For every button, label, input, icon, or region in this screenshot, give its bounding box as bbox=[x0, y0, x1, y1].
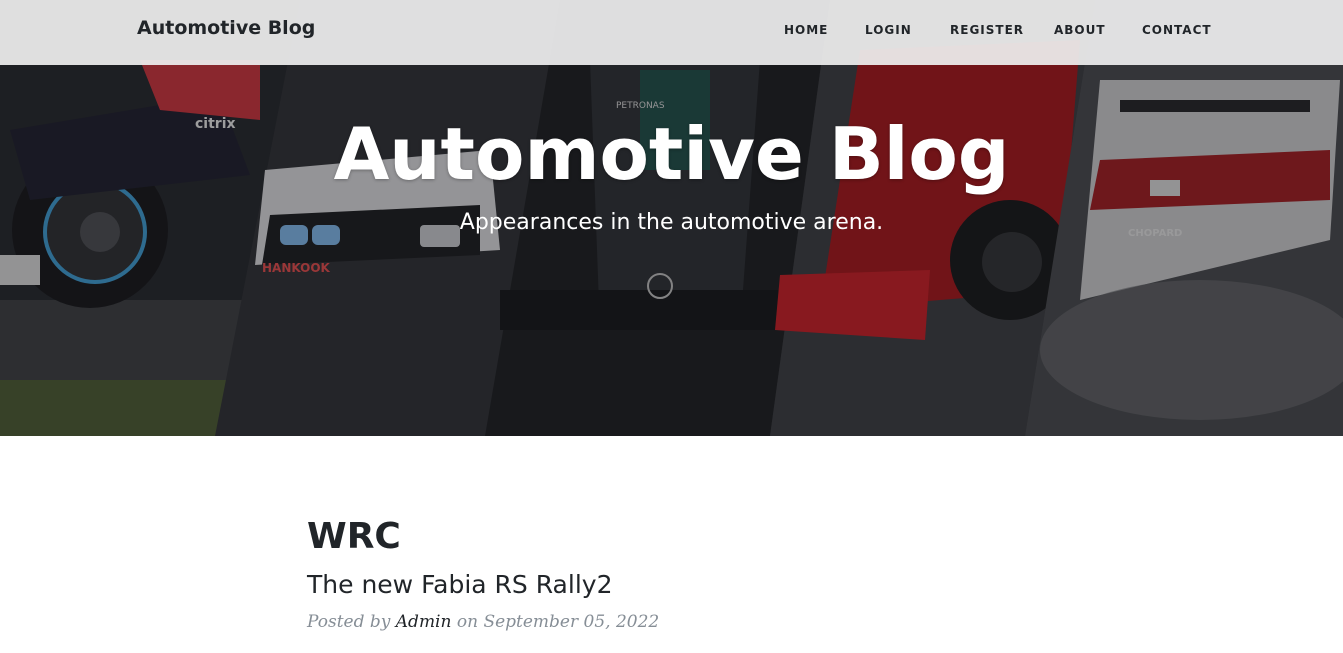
post-title[interactable]: WRC bbox=[307, 512, 1037, 562]
hero-title: Automotive Blog bbox=[333, 112, 1010, 196]
post-date: September 05, 2022 bbox=[483, 612, 660, 632]
nav-links: HOME LOGIN REGISTER ABOUT CONTACT bbox=[0, 23, 1343, 43]
hero-subtitle: Appearances in the automotive arena. bbox=[459, 210, 884, 235]
post-preview[interactable]: WRC The new Fabia RS Rally2 Posted by Ad… bbox=[307, 512, 1037, 635]
nav-about[interactable]: ABOUT bbox=[1054, 23, 1106, 37]
post-subtitle[interactable]: The new Fabia RS Rally2 bbox=[307, 568, 1037, 602]
nav-register[interactable]: REGISTER bbox=[950, 23, 1024, 37]
post-meta-on: on bbox=[456, 612, 479, 632]
post-meta-prefix: Posted by bbox=[307, 612, 391, 632]
nav-contact[interactable]: CONTACT bbox=[1142, 23, 1212, 37]
post-author-link[interactable]: Admin bbox=[396, 612, 452, 632]
nav-home[interactable]: HOME bbox=[784, 23, 828, 37]
post-meta: Posted by Admin on September 05, 2022 bbox=[307, 609, 1037, 635]
page: citrix HANKOOK PETRONAS CHOPARD Automoti… bbox=[0, 0, 1343, 653]
main-navbar: Automotive Blog HOME LOGIN REGISTER ABOU… bbox=[0, 0, 1343, 65]
nav-login[interactable]: LOGIN bbox=[865, 23, 912, 37]
hero-header: citrix HANKOOK PETRONAS CHOPARD Automoti… bbox=[0, 0, 1343, 436]
